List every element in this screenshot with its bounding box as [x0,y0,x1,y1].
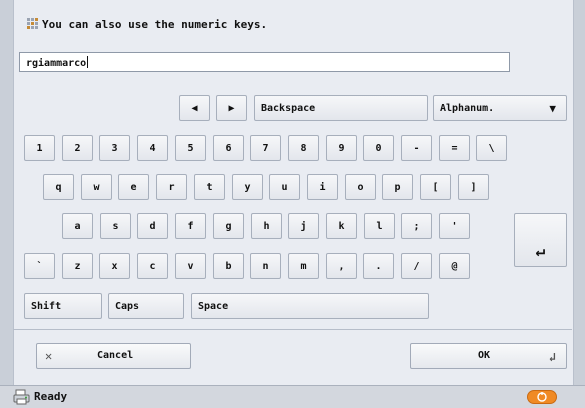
key-r4-6[interactable]: n [250,253,281,279]
cancel-button[interactable]: ✕ Cancel [36,343,191,369]
cursor-left-button[interactable]: ◀ [179,95,210,121]
key-r1-8[interactable]: 9 [326,135,357,161]
key-r2-6[interactable]: u [269,174,300,200]
key-r2-11[interactable]: ] [458,174,489,200]
hint-label: You can also use the numeric keys. [42,18,268,31]
key-r4-4[interactable]: v [175,253,206,279]
key-r1-5[interactable]: 6 [213,135,244,161]
key-r4-0[interactable]: ` [24,253,55,279]
enter-key[interactable]: ↵ [514,213,567,267]
ok-button[interactable]: OK ↲ [410,343,567,369]
key-r1-2[interactable]: 3 [99,135,130,161]
input-mode-select[interactable]: Alphanum. ▼ [433,95,567,121]
key-r3-0[interactable]: a [62,213,93,239]
status-monitor-button[interactable] [527,390,557,404]
divider [13,329,572,330]
backspace-label: Backspace [261,102,316,114]
key-r4-8[interactable]: , [326,253,357,279]
key-r4-1[interactable]: z [62,253,93,279]
key-r1-9[interactable]: 0 [363,135,394,161]
key-r3-2[interactable]: d [137,213,168,239]
key-r3-8[interactable]: l [364,213,395,239]
key-r1-3[interactable]: 4 [137,135,168,161]
key-r2-2[interactable]: e [118,174,149,200]
space-key[interactable]: Space [191,293,429,319]
cancel-label: Cancel [97,350,134,361]
key-r4-10[interactable]: / [401,253,432,279]
caps-key[interactable]: Caps [108,293,184,319]
key-r1-6[interactable]: 7 [250,135,281,161]
key-r3-5[interactable]: h [251,213,282,239]
caps-label: Caps [115,300,140,312]
input-value: rgiammarco [26,58,87,69]
key-r3-4[interactable]: g [213,213,244,239]
key-r3-3[interactable]: f [175,213,206,239]
key-r2-1[interactable]: w [81,174,112,200]
key-r4-9[interactable]: . [363,253,394,279]
key-r2-3[interactable]: r [156,174,187,200]
key-r4-11[interactable]: @ [439,253,470,279]
key-r1-4[interactable]: 5 [175,135,206,161]
key-r2-10[interactable]: [ [420,174,451,200]
key-r2-0[interactable]: q [43,174,74,200]
key-r1-0[interactable]: 1 [24,135,55,161]
numeric-keys-icon [26,17,40,31]
key-r4-2[interactable]: x [99,253,130,279]
shift-key[interactable]: Shift [24,293,102,319]
key-r4-3[interactable]: c [137,253,168,279]
backspace-button[interactable]: Backspace [254,95,428,121]
key-r2-7[interactable]: i [307,174,338,200]
key-r2-5[interactable]: y [232,174,263,200]
key-r3-10[interactable]: ' [439,213,470,239]
cursor-right-button[interactable]: ▶ [216,95,247,121]
printer-icon [13,389,30,405]
key-r3-6[interactable]: j [288,213,319,239]
chevron-down-icon: ▼ [549,101,556,115]
enter-icon: ↵ [535,241,546,260]
key-r2-4[interactable]: t [194,174,225,200]
text-input[interactable]: rgiammarco [19,52,510,72]
key-r1-7[interactable]: 8 [288,135,319,161]
text-caret [87,56,89,68]
arrow-right-icon: ▶ [228,102,235,114]
arrow-left-icon: ◀ [191,102,198,114]
key-r1-1[interactable]: 2 [62,135,93,161]
input-mode-value: Alphanum. [440,102,495,114]
key-r3-1[interactable]: s [100,213,131,239]
status-monitor-icon [537,392,547,402]
key-r2-9[interactable]: p [382,174,413,200]
key-r2-8[interactable]: o [345,174,376,200]
key-r1-10[interactable]: - [401,135,432,161]
key-r3-7[interactable]: k [326,213,357,239]
status-text: Ready [34,390,68,403]
enter-icon: ↲ [548,350,556,364]
space-label: Space [198,300,229,312]
ok-label: OK [478,350,491,361]
key-r1-11[interactable]: = [439,135,470,161]
hint-text: You can also use the numeric keys. [26,17,267,31]
key-r1-12[interactable]: \ [476,135,507,161]
key-r4-7[interactable]: m [288,253,319,279]
key-r3-9[interactable]: ; [401,213,432,239]
shift-label: Shift [31,300,62,312]
key-r4-5[interactable]: b [213,253,244,279]
close-icon: ✕ [45,349,53,363]
status-bar: Ready [0,385,585,408]
